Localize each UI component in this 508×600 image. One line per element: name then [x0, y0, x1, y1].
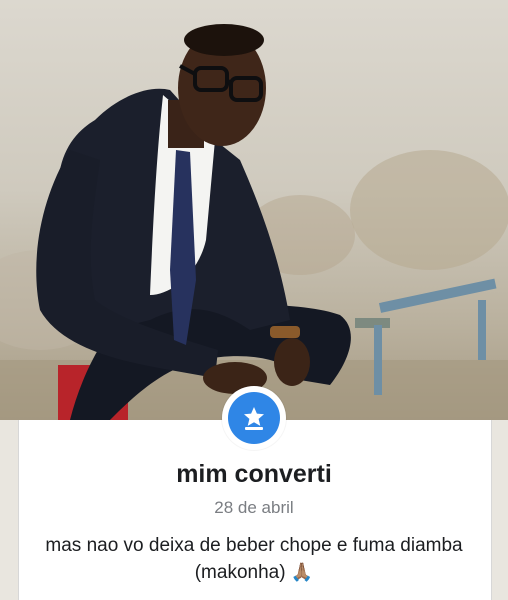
badge-circle [228, 392, 280, 444]
wall-stain [350, 150, 508, 270]
praying-hands-emoji: 🙏🏽 [290, 562, 314, 582]
caption-text: mas nao vo deixa de beber chope e fuma d… [45, 535, 463, 583]
star-icon [244, 407, 264, 430]
post-caption: mas nao vo deixa de beber chope e fuma d… [30, 532, 478, 586]
post-title: mim converti [176, 460, 332, 488]
post-date: 28 de abril [214, 498, 294, 517]
event-badge [222, 386, 286, 450]
right-hand [274, 338, 310, 386]
wristwatch [270, 326, 300, 338]
post-photo [0, 0, 508, 420]
hair [184, 24, 264, 56]
photo-scene [0, 24, 508, 420]
